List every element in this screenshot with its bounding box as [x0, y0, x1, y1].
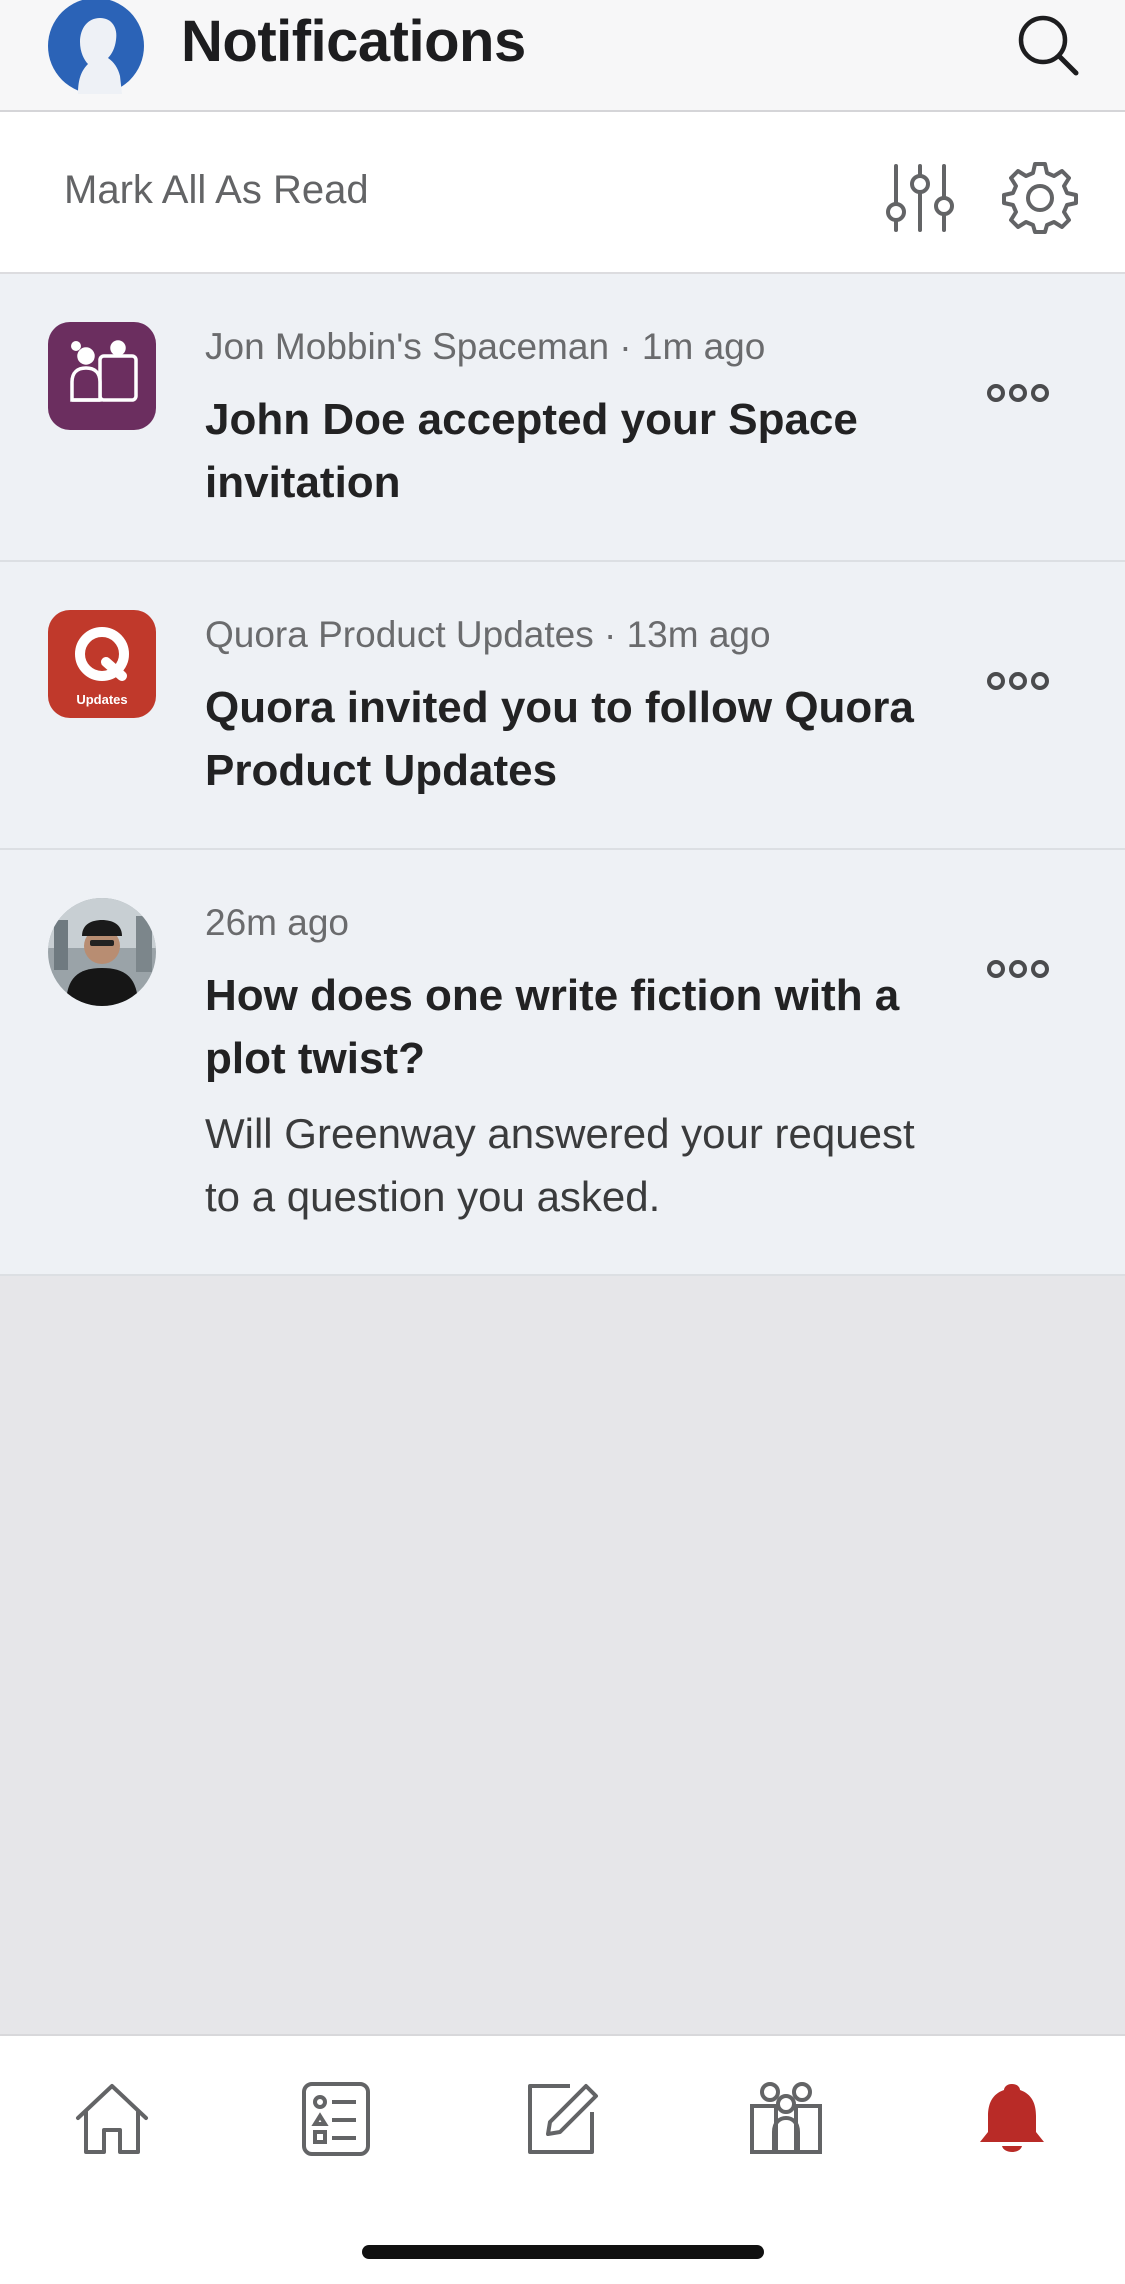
notifications-toolbar: Mark All As Read [0, 112, 1125, 274]
spaces-icon[interactable] [744, 2076, 828, 2160]
page-title: Notifications [181, 9, 526, 74]
bell-icon[interactable] [970, 2076, 1054, 2160]
notification-headline: John Doe accepted your Space invitation [205, 395, 858, 507]
profile-avatar-icon[interactable] [48, 0, 144, 94]
notification-headline: Quora invited you to follow Quora Produc… [205, 683, 914, 795]
notification-meta: 26m ago [205, 902, 349, 943]
notification-meta: Jon Mobbin's Spaceman · 1m ago [205, 326, 766, 367]
answer-list-icon[interactable] [294, 2076, 378, 2160]
notification-item[interactable]: Updates Quora Product Updates · 13m ago … [0, 562, 1125, 850]
edit-icon[interactable] [520, 2076, 604, 2160]
mark-all-read-button[interactable]: Mark All As Read [64, 168, 369, 213]
search-icon[interactable] [1013, 10, 1083, 80]
updates-caption: Updates [76, 692, 127, 707]
notification-item[interactable]: Jon Mobbin's Spaceman · 1m ago John Doe … [0, 274, 1125, 562]
notification-meta: Quora Product Updates · 13m ago [205, 614, 771, 655]
notification-item[interactable]: 26m ago How does one write fiction with … [0, 850, 1125, 1276]
home-indicator [362, 2245, 764, 2259]
space-icon[interactable] [48, 322, 156, 430]
more-options-icon[interactable] [986, 956, 1050, 982]
home-icon[interactable] [70, 2076, 154, 2160]
gear-icon[interactable] [1002, 160, 1078, 236]
quora-updates-icon[interactable]: Updates [48, 610, 156, 718]
more-options-icon[interactable] [986, 668, 1050, 694]
notification-headline: How does one write fiction with a plot t… [205, 971, 900, 1083]
notification-body: Will Greenway answered your request to a… [205, 1110, 915, 1220]
user-avatar[interactable] [48, 898, 156, 1006]
filter-sliders-icon[interactable] [882, 160, 958, 236]
more-options-icon[interactable] [986, 380, 1050, 406]
top-header: Notifications [0, 0, 1125, 112]
